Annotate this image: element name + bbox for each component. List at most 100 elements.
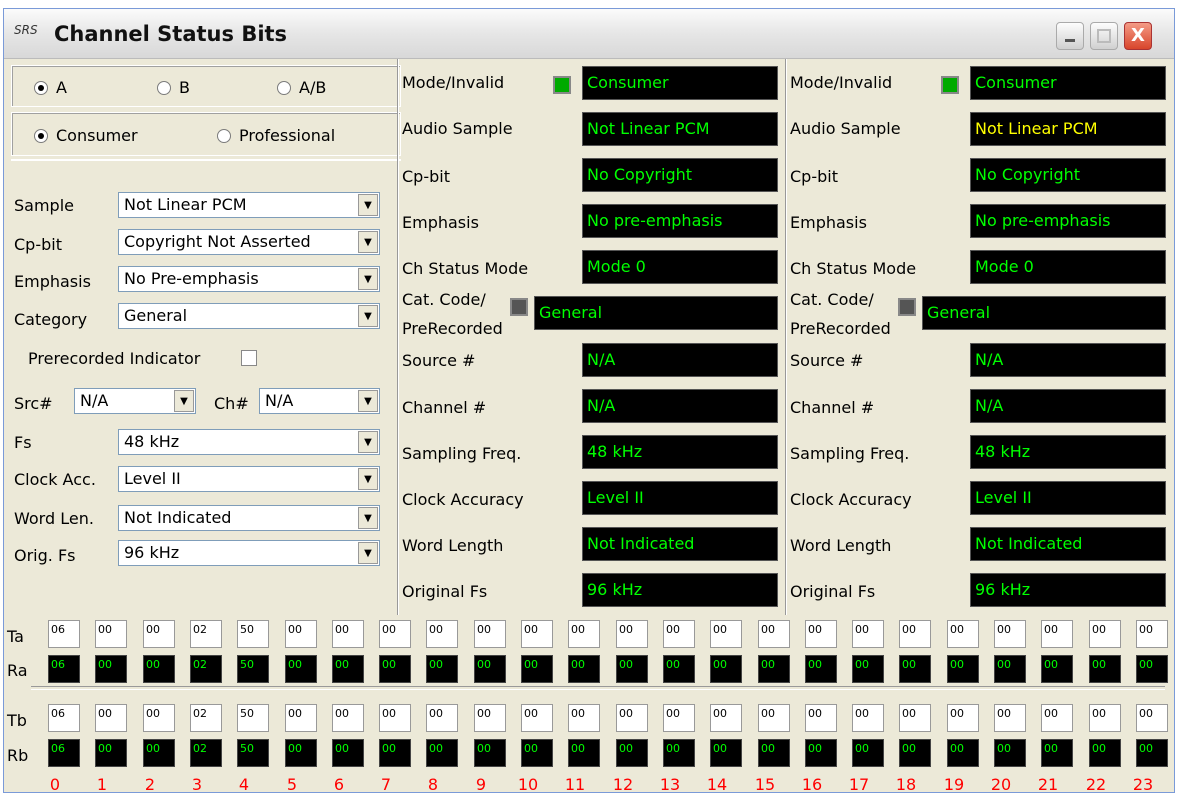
radio-channel-b[interactable]: B <box>157 78 190 97</box>
cat-code-label: Cat. Code/ <box>402 290 486 309</box>
tx-byte-input[interactable]: 00 <box>474 620 506 648</box>
prerecorded-checkbox[interactable] <box>241 350 257 366</box>
tx-byte-input[interactable]: 00 <box>994 620 1026 648</box>
fs-select[interactable]: 48 kHz ▼ <box>118 429 380 455</box>
word-len-select[interactable]: Not Indicated ▼ <box>118 505 380 531</box>
rx-byte-display: 00 <box>994 655 1026 683</box>
rx-byte-display: 00 <box>95 739 127 767</box>
maximize-button[interactable] <box>1090 22 1118 50</box>
category-select[interactable]: General ▼ <box>118 303 380 329</box>
tx-byte-input[interactable]: 00 <box>474 704 506 732</box>
tx-byte-input[interactable]: 00 <box>852 620 884 648</box>
tx-byte-input[interactable]: 00 <box>1041 704 1073 732</box>
cpbit-select[interactable]: Copyright Not Asserted ▼ <box>118 229 380 255</box>
tx-byte-input[interactable]: 00 <box>95 704 127 732</box>
clock-acc-select[interactable]: Level II ▼ <box>118 466 380 492</box>
byte-index-label: 4 <box>238 775 250 794</box>
tx-byte-input[interactable]: 00 <box>616 704 648 732</box>
tx-byte-input[interactable]: 00 <box>805 620 837 648</box>
radio-b-indicator <box>157 80 171 95</box>
radio-consumer[interactable]: Consumer <box>34 126 138 145</box>
tx-byte-input[interactable]: 00 <box>568 620 600 648</box>
channel-status-window: SRS Channel Status Bits X A B A/B Consum… <box>3 8 1175 794</box>
tx-byte-input[interactable]: 00 <box>663 620 695 648</box>
sampling-freq-display: 48 kHz <box>582 435 778 469</box>
tx-byte-input[interactable]: 00 <box>521 704 553 732</box>
src-select[interactable]: N/A ▼ <box>74 388 196 414</box>
tx-byte-input[interactable]: 00 <box>805 704 837 732</box>
tx-byte-input[interactable]: 00 <box>1136 704 1168 732</box>
cat-code-display: General <box>922 296 1166 330</box>
rx-byte-display: 00 <box>143 739 175 767</box>
close-button[interactable]: X <box>1124 22 1152 50</box>
tx-byte-input[interactable]: 00 <box>143 704 175 732</box>
tx-byte-input[interactable]: 00 <box>568 704 600 732</box>
tx-byte-input[interactable]: 00 <box>426 704 458 732</box>
tx-byte-input[interactable]: 00 <box>379 620 411 648</box>
radio-a-indicator <box>34 80 48 95</box>
sampling-freq-display: 48 kHz <box>970 435 1166 469</box>
tx-byte-input[interactable]: 06 <box>48 704 80 732</box>
channel-label: Channel # <box>790 398 875 417</box>
tx-byte-input[interactable]: 00 <box>285 704 317 732</box>
byte-index-label: 2 <box>144 775 156 794</box>
tx-byte-input[interactable]: 00 <box>947 620 979 648</box>
title-bar[interactable]: SRS Channel Status Bits X <box>4 9 1174 59</box>
rx-byte-display: 06 <box>48 739 80 767</box>
original-fs-display: 96 kHz <box>970 573 1166 607</box>
audio-sample-label: Audio Sample <box>790 119 901 138</box>
byte-index-label: 10 <box>517 775 539 794</box>
tx-byte-input[interactable]: 00 <box>899 620 931 648</box>
radio-professional[interactable]: Professional <box>217 126 335 145</box>
row-label-rb: Rb <box>7 746 29 765</box>
tx-byte-input[interactable]: 06 <box>48 620 80 648</box>
tx-byte-input[interactable]: 00 <box>285 620 317 648</box>
emphasis-display: No pre-emphasis <box>970 204 1166 238</box>
tx-byte-input[interactable]: 50 <box>237 620 269 648</box>
byte-index-label: 20 <box>990 775 1012 794</box>
sample-select-value: Not Linear PCM <box>124 195 247 214</box>
tx-byte-input[interactable]: 00 <box>758 620 790 648</box>
emphasis-select[interactable]: No Pre-emphasis ▼ <box>118 266 380 292</box>
tx-byte-input[interactable]: 00 <box>332 704 364 732</box>
tx-byte-input[interactable]: 00 <box>616 620 648 648</box>
ch-select[interactable]: N/A ▼ <box>259 388 380 414</box>
tx-byte-input[interactable]: 00 <box>947 704 979 732</box>
tx-byte-input[interactable]: 00 <box>143 620 175 648</box>
tx-byte-input[interactable]: 00 <box>758 704 790 732</box>
minimize-button[interactable] <box>1056 22 1084 50</box>
tx-byte-input[interactable]: 00 <box>1136 620 1168 648</box>
tx-byte-input[interactable]: 00 <box>332 620 364 648</box>
tx-byte-input[interactable]: 50 <box>237 704 269 732</box>
tx-byte-input[interactable]: 00 <box>95 620 127 648</box>
rx-byte-display: 00 <box>1089 739 1121 767</box>
radio-channel-a[interactable]: A <box>34 78 67 97</box>
radio-channel-ab[interactable]: A/B <box>277 78 326 97</box>
tx-byte-input[interactable]: 00 <box>899 704 931 732</box>
orig-fs-select[interactable]: 96 kHz ▼ <box>118 540 380 566</box>
original-fs-label: Original Fs <box>402 582 488 601</box>
sample-select[interactable]: Not Linear PCM ▼ <box>118 192 380 218</box>
rx-byte-display: 00 <box>143 655 175 683</box>
tx-byte-input[interactable]: 00 <box>379 704 411 732</box>
tx-byte-input[interactable]: 00 <box>426 620 458 648</box>
tx-byte-input[interactable]: 00 <box>1089 704 1121 732</box>
separator <box>398 59 399 615</box>
mode-display: Consumer <box>582 66 778 100</box>
tx-byte-input[interactable]: 02 <box>190 620 222 648</box>
tx-byte-input[interactable]: 00 <box>994 704 1026 732</box>
tx-byte-input[interactable]: 00 <box>1041 620 1073 648</box>
tx-byte-input[interactable]: 00 <box>521 620 553 648</box>
emphasis-label: Emphasis <box>14 272 91 291</box>
tx-byte-input[interactable]: 00 <box>852 704 884 732</box>
tx-byte-input[interactable]: 00 <box>1089 620 1121 648</box>
minimize-icon <box>1065 39 1075 42</box>
tx-byte-input[interactable]: 00 <box>663 704 695 732</box>
tx-byte-input[interactable]: 00 <box>710 620 742 648</box>
tx-byte-input[interactable]: 02 <box>190 704 222 732</box>
byte-index-label: 6 <box>333 775 345 794</box>
rx-byte-display: 00 <box>710 739 742 767</box>
rx-byte-display: 00 <box>947 655 979 683</box>
tx-byte-input[interactable]: 00 <box>710 704 742 732</box>
rx-byte-display: 50 <box>237 739 269 767</box>
